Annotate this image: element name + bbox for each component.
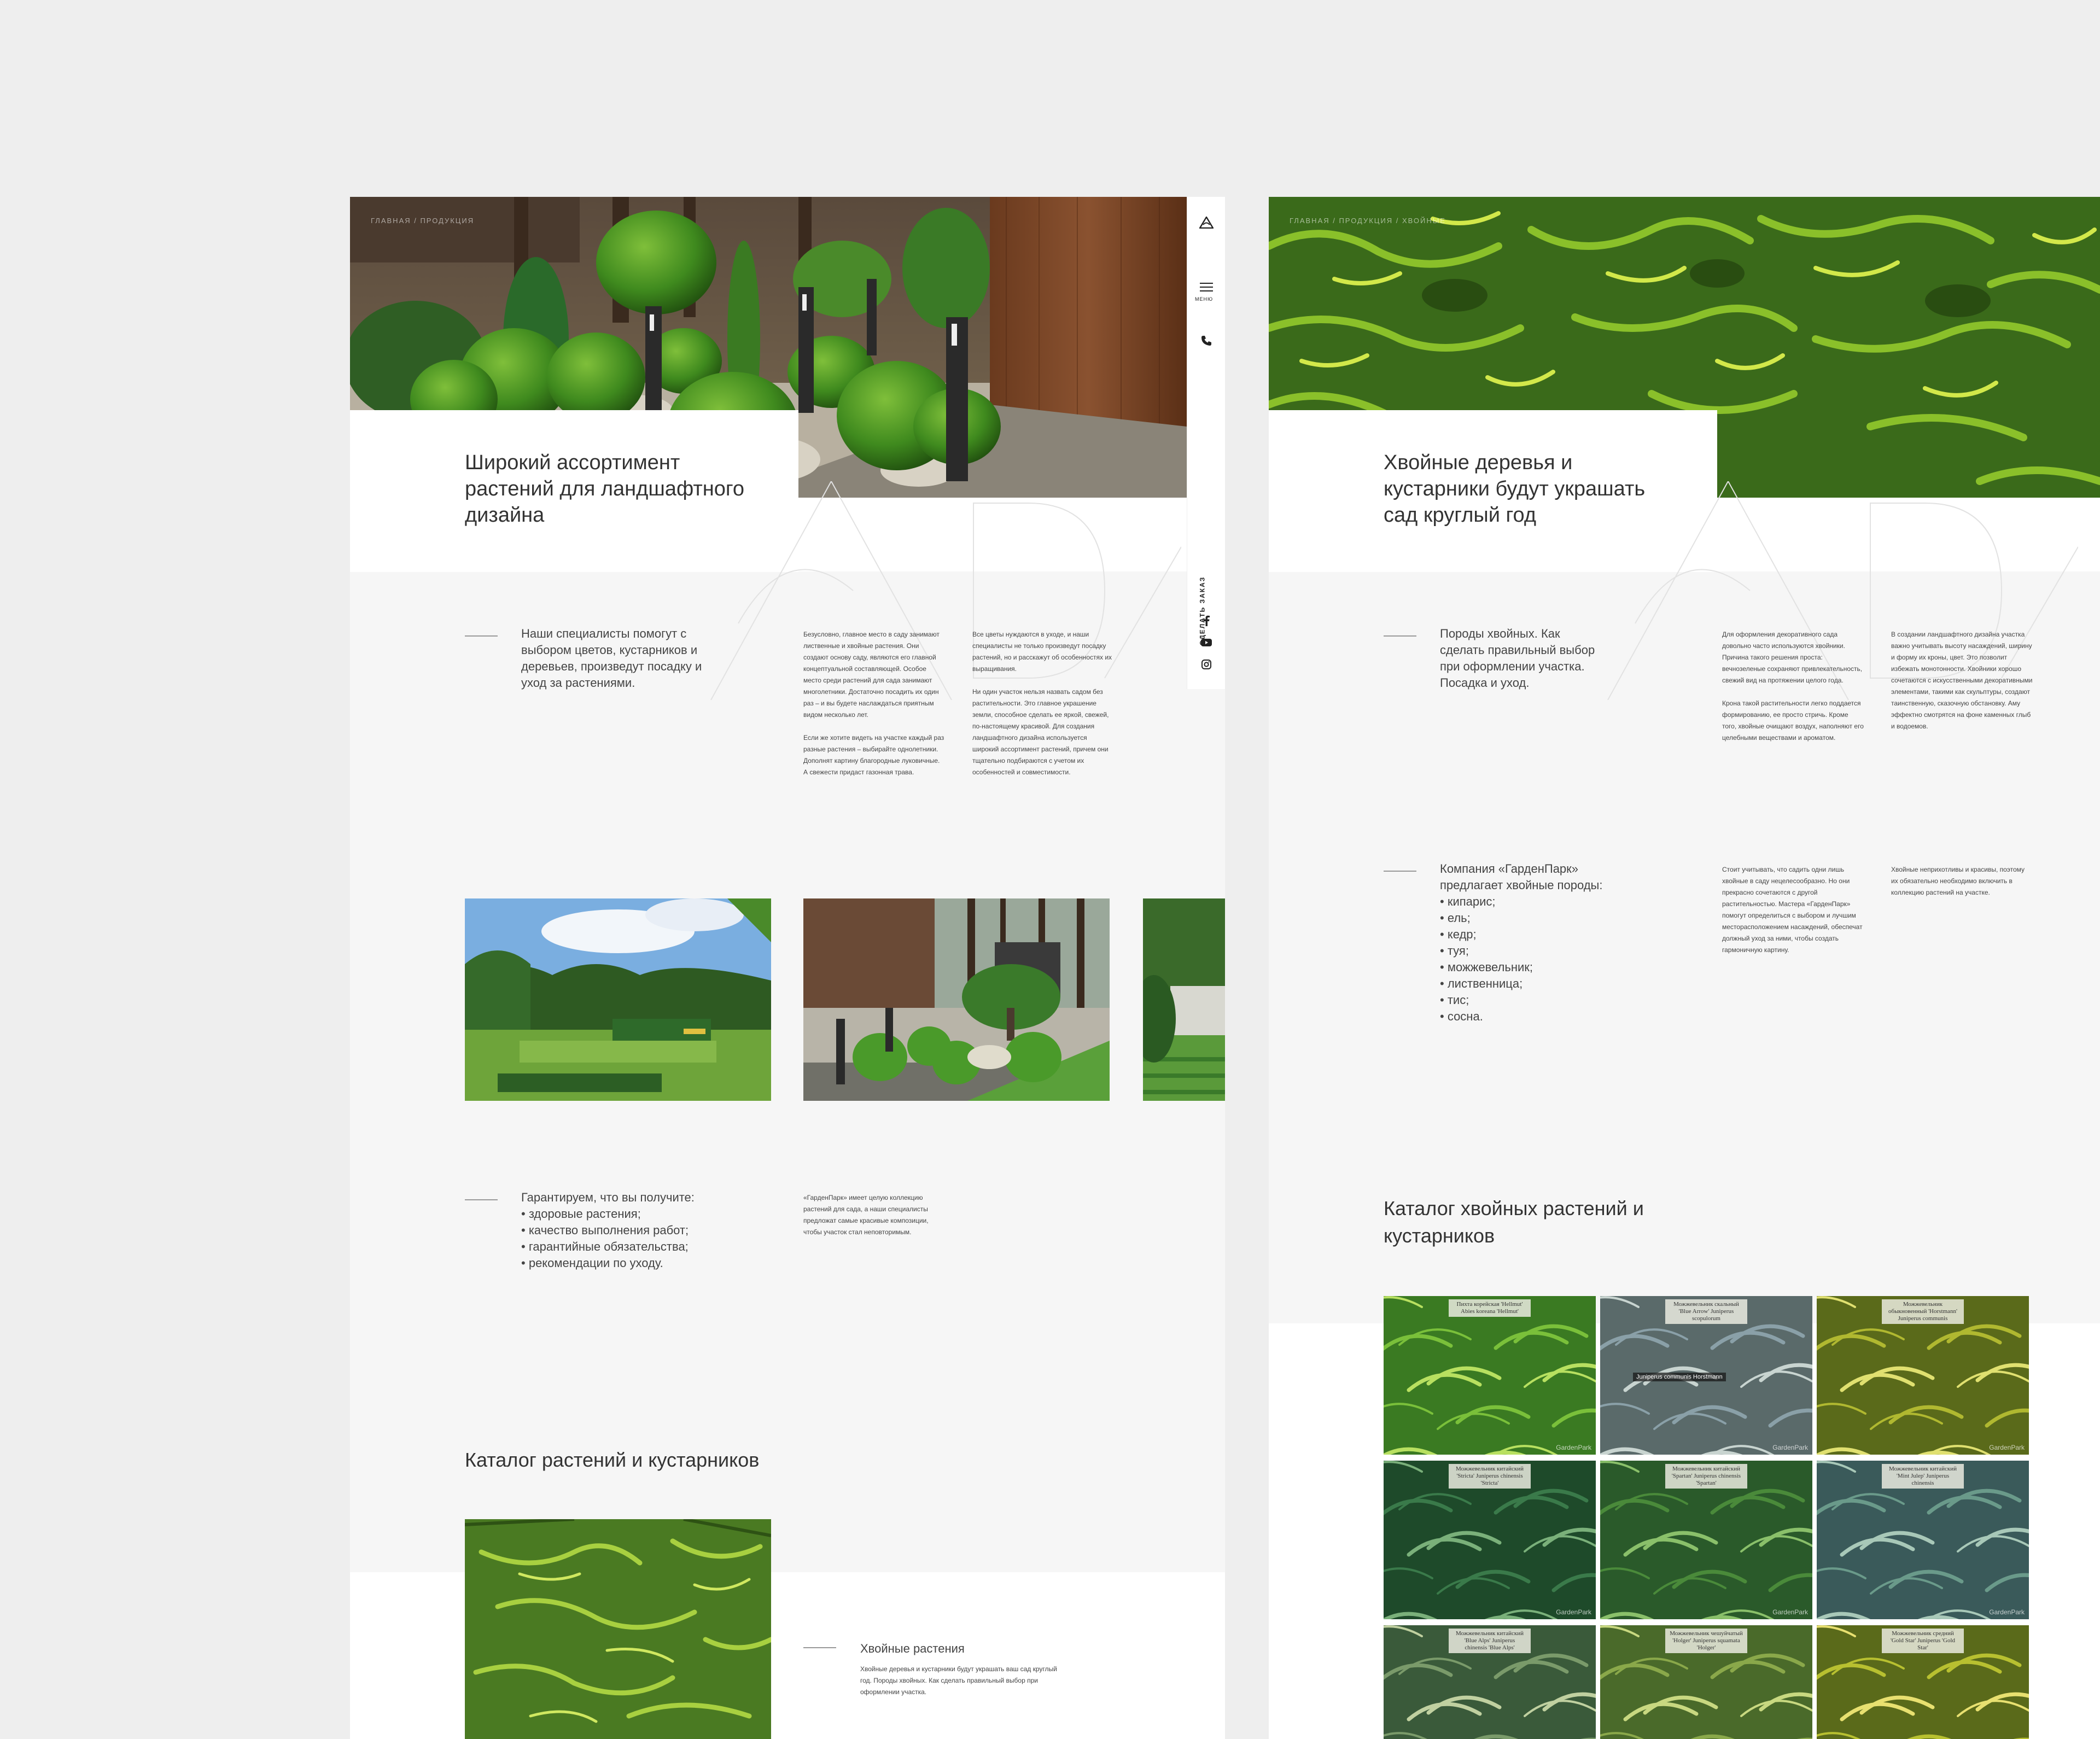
section-dash [803,1647,836,1648]
breadcrumb[interactable]: ГЛАВНАЯ / ПРОДУКЦИЯ / ХВОЙНЫЕ [1290,217,1446,225]
youtube-icon[interactable] [1198,634,1215,651]
catalog-title: Каталог растений и кустарников [465,1449,760,1471]
intro-paragraph: Ни один участок нельзя назвать садом без… [972,688,1109,776]
intro-column-1: Безусловно, главное место в саду занимаю… [803,629,946,790]
intro-paragraph: Все цветы нуждаются в уходе, и наши спец… [972,631,1112,673]
catalog-item-text: Хвойные деревья и кустарники будут украш… [860,1665,1057,1696]
page-products: ГЛАВНАЯ / ПРОДУКЦИЯ Широкий ассортимент … [350,197,1225,1739]
company-column-1: Стоит учитывать, что садить одни лишь хв… [1722,866,1863,954]
image-caption: Juniperus communis Horstmann [1633,1373,1726,1381]
plant-label: Можжевельник китайский 'Stricta' Juniper… [1449,1464,1531,1489]
plant-label: Можжевельник чешуйчатый 'Holger' Juniper… [1665,1629,1747,1653]
intro-column-1: Для оформления декоративного сада доволь… [1722,629,1864,755]
watermark-text: GardenPark [1772,1608,1808,1616]
catalog-tile[interactable]: Можжевельник китайский 'Mint Julep' Juni… [1817,1461,2029,1619]
intro-lead: Породы хвойных. Как сделать правильный в… [1440,627,1595,690]
section-dash [465,635,498,637]
instagram-icon[interactable] [1198,656,1215,673]
species-list: кипарис; ель; кедр; туя; можжевельник; л… [1440,894,1637,1025]
list-item: ель; [1440,910,1637,926]
gallery-image[interactable] [465,898,771,1101]
intro-paragraph: Для оформления декоративного сада доволь… [1722,631,1863,684]
catalog-tile[interactable]: Можжевельник чешуйчатый 'Holger' Juniper… [1600,1625,1812,1739]
list-item: гарантийные обязательства; [521,1239,751,1255]
gallery-image[interactable] [1143,898,1225,1101]
plant-label: Можжевельник китайский 'Blue Alps' Junip… [1449,1629,1531,1653]
catalog-tile[interactable]: Можжевельник скальный 'Blue Arrow' Junip… [1600,1296,1812,1455]
company-column-2: Хвойные неприхотливы и красивы, поэтому … [1891,866,2025,896]
watermark-text: GardenPark [1989,1608,2025,1616]
watermark-text: GardenPark [1556,1444,1591,1451]
intro-paragraph: В создании ландшафтного дизайна участка … [1891,631,2033,730]
intro-column-2: В создании ландшафтного дизайна участка … [1891,629,2033,744]
intro-paragraph: Если же хотите видеть на участке каждый … [803,734,944,776]
catalog-tile[interactable]: Можжевельник китайский 'Stricta' Juniper… [1384,1461,1596,1619]
catalog-tile[interactable]: Пихта корейская 'Hellmut' Abies koreana … [1384,1296,1596,1455]
list-item: сосна. [1440,1008,1637,1025]
list-item: качество выполнения работ; [521,1222,751,1239]
plant-label: Можжевельник скальный 'Blue Arrow' Junip… [1665,1299,1747,1324]
catalog-item-title[interactable]: Хвойные растения [860,1641,1079,1657]
company-block: Компания «ГарденПарк» предлагает хвойные… [1440,861,1637,1025]
list-item: кипарис; [1440,894,1637,910]
guarantee-note: «ГарденПарк» имеет целую коллекцию расте… [803,1194,929,1236]
page-conifers: ГЛАВНАЯ / ПРОДУКЦИЯ / ХВОЙНЫЕ Хвойные де… [1269,197,2100,1739]
list-item: кедр; [1440,926,1637,943]
watermark-text: GardenPark [1556,1608,1591,1616]
catalog-tile[interactable]: Можжевельник средний 'Gold Star' Juniper… [1817,1625,2029,1739]
intro-paragraph: Крона такой растительности легко поддает… [1722,699,1864,742]
side-rail: МЕНЮ СДЕЛАТЬ ЗАКАЗ [1187,197,1225,689]
watermark-text: GardenPark [1989,1444,2025,1451]
catalog-tile[interactable]: Можжевельник китайский 'Spartan' Juniper… [1600,1461,1812,1619]
plant-label: Можжевельник китайский 'Spartan' Juniper… [1665,1464,1747,1489]
watermark-text: GardenPark [1772,1444,1808,1451]
plant-label: Можжевельник китайский 'Mint Julep' Juni… [1882,1464,1964,1489]
plant-label: Можжевельник обыкновенный 'Horstmann' Ju… [1882,1299,1964,1324]
page-title: Широкий ассортимент растений для ландшаф… [465,451,745,527]
menu-label[interactable]: МЕНЮ [1195,296,1213,302]
catalog-tile[interactable]: Можжевельник китайский 'Blue Alps' Junip… [1384,1625,1596,1739]
guarantee-lead: Гарантируем, что вы получите: [521,1191,695,1204]
guarantee-list: здоровые растения; качество выполнения р… [521,1206,751,1271]
guarantee-block: Гарантируем, что вы получите: здоровые р… [521,1189,751,1271]
page-title: Хвойные деревья и кустарники будут украш… [1384,451,1646,527]
list-item: рекомендации по уходу. [521,1255,751,1271]
plant-label: Пихта корейская 'Hellmut' Abies koreana … [1449,1299,1531,1317]
company-lead: Компания «ГарденПарк» предлагает хвойные… [1440,862,1603,892]
catalog-title: Каталог хвойных растений и кустарников [1384,1197,1644,1247]
catalog-card-image[interactable] [465,1519,771,1739]
intro-column-2: Все цветы нуждаются в уходе, и наши спец… [972,629,1115,790]
phone-icon[interactable] [1198,332,1215,349]
intro-paragraph: Безусловно, главное место в саду занимаю… [803,631,940,719]
catalog-tile[interactable]: Можжевельник обыкновенный 'Horstmann' Ju… [1817,1296,2029,1455]
list-item: лиственница; [1440,976,1637,992]
list-item: туя; [1440,943,1637,959]
facebook-icon[interactable] [1198,612,1215,629]
section-dash [1384,635,1416,637]
list-item: тис; [1440,992,1637,1008]
section-dash [465,1199,498,1200]
gallery-image[interactable] [803,898,1110,1101]
menu-icon[interactable] [1198,279,1215,295]
plant-label: Можжевельник средний 'Gold Star' Juniper… [1882,1629,1964,1653]
list-item: здоровые растения; [521,1206,751,1222]
intro-lead: Наши специалисты помогут с выбором цвето… [521,627,702,690]
section-dash [1384,871,1416,872]
logo-icon[interactable] [1198,214,1215,231]
breadcrumb[interactable]: ГЛАВНАЯ / ПРОДУКЦИЯ [371,217,474,225]
list-item: можжевельник; [1440,959,1637,976]
